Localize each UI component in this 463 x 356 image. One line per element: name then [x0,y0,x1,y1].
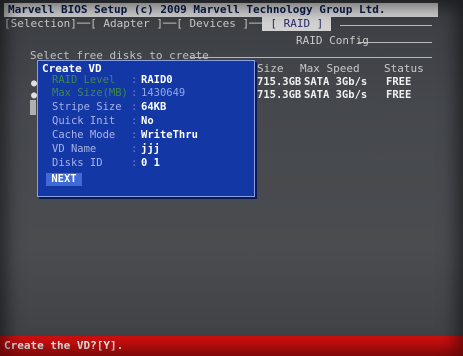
disk-col-status: Status [384,62,424,75]
field-value: 64KB [141,101,167,113]
raid-config-line [358,42,432,43]
field-value: 0 1 [141,157,160,169]
raid-config-title: RAID Config [296,34,369,47]
disk-speed: SATA 3Gb/s [304,89,368,101]
disk-status: FREE [386,76,412,88]
tab-raid[interactable]: [ RAID ] [262,17,332,31]
field-value: 1430649 [141,87,186,99]
field-colon: : [131,87,138,99]
tab-separator: ── [249,17,263,30]
disk-size: 715.3GB [257,76,302,88]
tab-separator: ── [162,17,177,30]
field-value: WriteThru [141,129,198,141]
field-label: Cache Mode [52,129,116,141]
field-label: Max Size(MB) [52,87,128,99]
disk-col-size: Size [257,62,284,75]
tab-selection[interactable]: [Selection] [4,17,77,31]
field-label: Disks ID [52,157,103,169]
create-vd-dialog: Create VD RAID Level : RAID0 Max Size(MB… [37,60,255,197]
field-colon: : [131,129,138,141]
disk-status: FREE [386,89,412,101]
field-value: RAID0 [141,74,173,86]
field-value: No [141,115,154,127]
disk-speed: SATA 3Gb/s [304,76,368,88]
frame-top-line [340,25,432,26]
status-bar: Create the VD?[Y]. [0,336,463,356]
tab-devices[interactable]: [ Devices ] [176,17,249,31]
bios-screen: Marvell BIOS Setup (c) 2009 Marvell Tech… [0,0,463,356]
field-colon: : [131,74,138,86]
field-colon: : [131,157,138,169]
tab-bar: [Selection]──[ Adapter ]──[ Devices ]──[… [4,17,332,31]
tab-adapter[interactable]: [ Adapter ] [90,17,163,31]
field-label: VD Name [52,143,97,155]
select-line [190,57,432,58]
field-label: RAID Level [52,74,116,86]
field-colon: : [131,101,138,113]
field-colon: : [131,115,138,127]
field-label: Stripe Size [52,101,122,113]
tab-separator: ── [76,17,91,30]
next-button[interactable]: NEXT [46,173,82,186]
disk-size: 715.3GB [257,89,302,101]
app-title: Marvell BIOS Setup (c) 2009 Marvell Tech… [4,3,438,17]
disk-col-speed: Max Speed [300,62,360,75]
cursor-block [30,100,36,115]
field-value: jjj [141,143,160,155]
field-label: Quick Init [52,115,116,127]
field-colon: : [131,143,138,155]
